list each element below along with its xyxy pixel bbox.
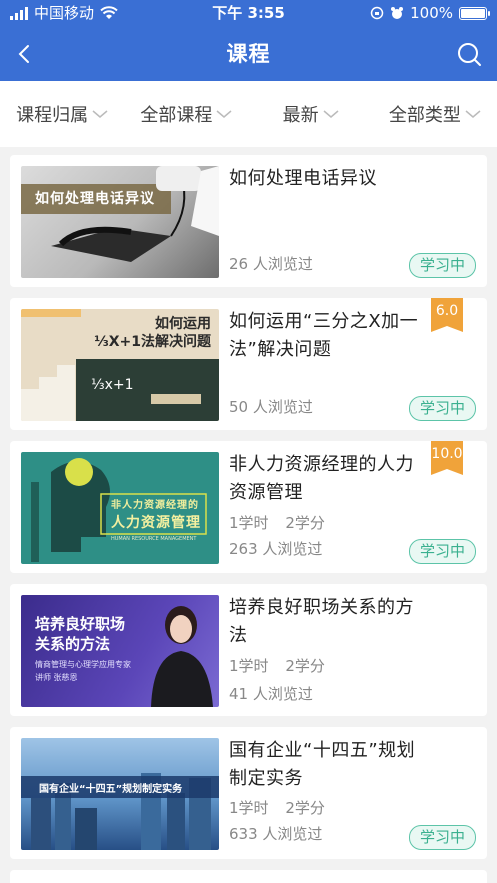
filter-label: 最新 bbox=[282, 105, 319, 126]
chevron-down-icon bbox=[92, 110, 108, 118]
course-meta: 1学时 2学分 bbox=[229, 655, 337, 676]
course-meta: 1学时 2学分 bbox=[229, 512, 337, 533]
filter-latest[interactable]: 最新 bbox=[249, 101, 373, 127]
thumbnail-title-2: 关系的方法 bbox=[35, 635, 111, 653]
course-card[interactable]: 非人力资源经理的 人力资源管理 HUMAN RESOURCE MANAGEMEN… bbox=[10, 441, 487, 573]
course-card[interactable]: 培养良好职场 关系的方法 情商管理与心理学应用专家 讲师 张慈恩 培养良好职场关… bbox=[10, 584, 487, 716]
filter-label: 课程归属 bbox=[16, 105, 89, 126]
view-count: 41 人浏览过 bbox=[229, 685, 313, 703]
thumbnail-lecturer: 讲师 张慈恩 bbox=[35, 673, 78, 682]
chevron-down-icon bbox=[216, 110, 232, 118]
score-badge: 10.0 bbox=[431, 441, 463, 475]
status-badge: 学习中 bbox=[409, 539, 476, 564]
course-thumbnail: ⅓x+1 如何运用 ⅓X+1法解决问题 bbox=[21, 309, 219, 421]
status-right: 100% bbox=[370, 0, 490, 26]
thumbnail-title: 如何处理电话异议 bbox=[35, 191, 155, 207]
course-card[interactable]: 如何处理电话异议 如何处理电话异议 26 人浏览过 学习中 bbox=[10, 155, 487, 287]
course-title: 国有企业“十四五”规划制定实务 bbox=[229, 740, 416, 789]
course-hours: 1学时 bbox=[229, 657, 269, 675]
view-count: 263 人浏览过 bbox=[229, 540, 323, 558]
status-badge: 学习中 bbox=[409, 396, 476, 421]
search-button[interactable] bbox=[455, 40, 483, 68]
view-count: 26 人浏览过 bbox=[229, 255, 313, 273]
course-hours: 1学时 bbox=[229, 799, 269, 817]
thumbnail-english: HUMAN RESOURCE MANAGEMENT bbox=[111, 536, 197, 542]
course-thumbnail: 培养良好职场 关系的方法 情商管理与心理学应用专家 讲师 张慈恩 bbox=[21, 595, 219, 707]
thumbnail-title: 人力资源管理 bbox=[111, 515, 201, 531]
course-title: 如何运用“三分之X加一法”解决问题 bbox=[229, 311, 419, 360]
svg-text:⅓x+1: ⅓x+1 bbox=[91, 377, 134, 393]
filter-all-courses[interactable]: 全部课程 bbox=[124, 101, 248, 127]
course-meta: 1学时 2学分 bbox=[229, 797, 337, 818]
view-count: 633 人浏览过 bbox=[229, 825, 323, 843]
filter-label: 全部类型 bbox=[388, 105, 461, 126]
course-hours: 1学时 bbox=[229, 514, 269, 532]
view-count: 50 人浏览过 bbox=[229, 398, 313, 416]
course-card[interactable] bbox=[10, 870, 487, 883]
thumbnail-subtitle: 非人力资源经理的 bbox=[111, 500, 199, 511]
thumbnail-subtitle: 情商管理与心理学应用专家 bbox=[35, 660, 131, 669]
course-title: 培养良好职场关系的方法 bbox=[229, 597, 414, 646]
course-title: 如何处理电话异议 bbox=[229, 168, 377, 189]
filter-all-types[interactable]: 全部类型 bbox=[373, 101, 497, 127]
course-credits: 2学分 bbox=[285, 514, 325, 532]
course-thumbnail: 国有企业“十四五”规划制定实务 bbox=[21, 738, 219, 850]
search-icon bbox=[458, 43, 481, 66]
score-badge: 6.0 bbox=[431, 298, 463, 332]
course-credits: 2学分 bbox=[285, 799, 325, 817]
status-badge: 学习中 bbox=[409, 253, 476, 278]
filter-label: 全部课程 bbox=[140, 105, 213, 126]
alarm-icon bbox=[391, 7, 404, 19]
thumbnail-title: 培养良好职场 bbox=[35, 615, 126, 633]
chevron-down-icon bbox=[465, 110, 481, 118]
header: 中国移动 下午 3:55 100% 课程 bbox=[0, 0, 497, 81]
course-card[interactable]: 国有企业“十四五”规划制定实务 国有企业“十四五”规划制定实务 1学时 2学分 … bbox=[10, 727, 487, 859]
status-bar: 中国移动 下午 3:55 100% bbox=[0, 0, 497, 26]
course-thumbnail: 非人力资源经理的 人力资源管理 HUMAN RESOURCE MANAGEMEN… bbox=[21, 452, 219, 564]
battery-icon bbox=[459, 6, 490, 20]
filter-bar: 课程归属 全部课程 最新 全部类型 bbox=[0, 81, 497, 147]
thumbnail-title: 国有企业“十四五”规划制定实务 bbox=[39, 784, 183, 795]
course-card[interactable]: ⅓x+1 如何运用 ⅓X+1法解决问题 如何运用“三分之X加一法”解决问题 50… bbox=[10, 298, 487, 430]
filter-course-owner[interactable]: 课程归属 bbox=[0, 101, 124, 127]
phone-illustration bbox=[21, 166, 219, 262]
page-title: 课程 bbox=[226, 42, 271, 66]
battery-percent: 100% bbox=[410, 4, 453, 22]
rotation-lock-icon bbox=[370, 6, 384, 20]
chevron-down-icon bbox=[323, 110, 339, 118]
course-thumbnail: 如何处理电话异议 bbox=[21, 166, 219, 278]
course-credits: 2学分 bbox=[285, 657, 325, 675]
course-title: 非人力资源经理的人力资源管理 bbox=[229, 454, 414, 503]
thumbnail-title: 如何运用 ⅓X+1法解决问题 bbox=[94, 316, 211, 350]
status-badge: 学习中 bbox=[409, 825, 476, 850]
